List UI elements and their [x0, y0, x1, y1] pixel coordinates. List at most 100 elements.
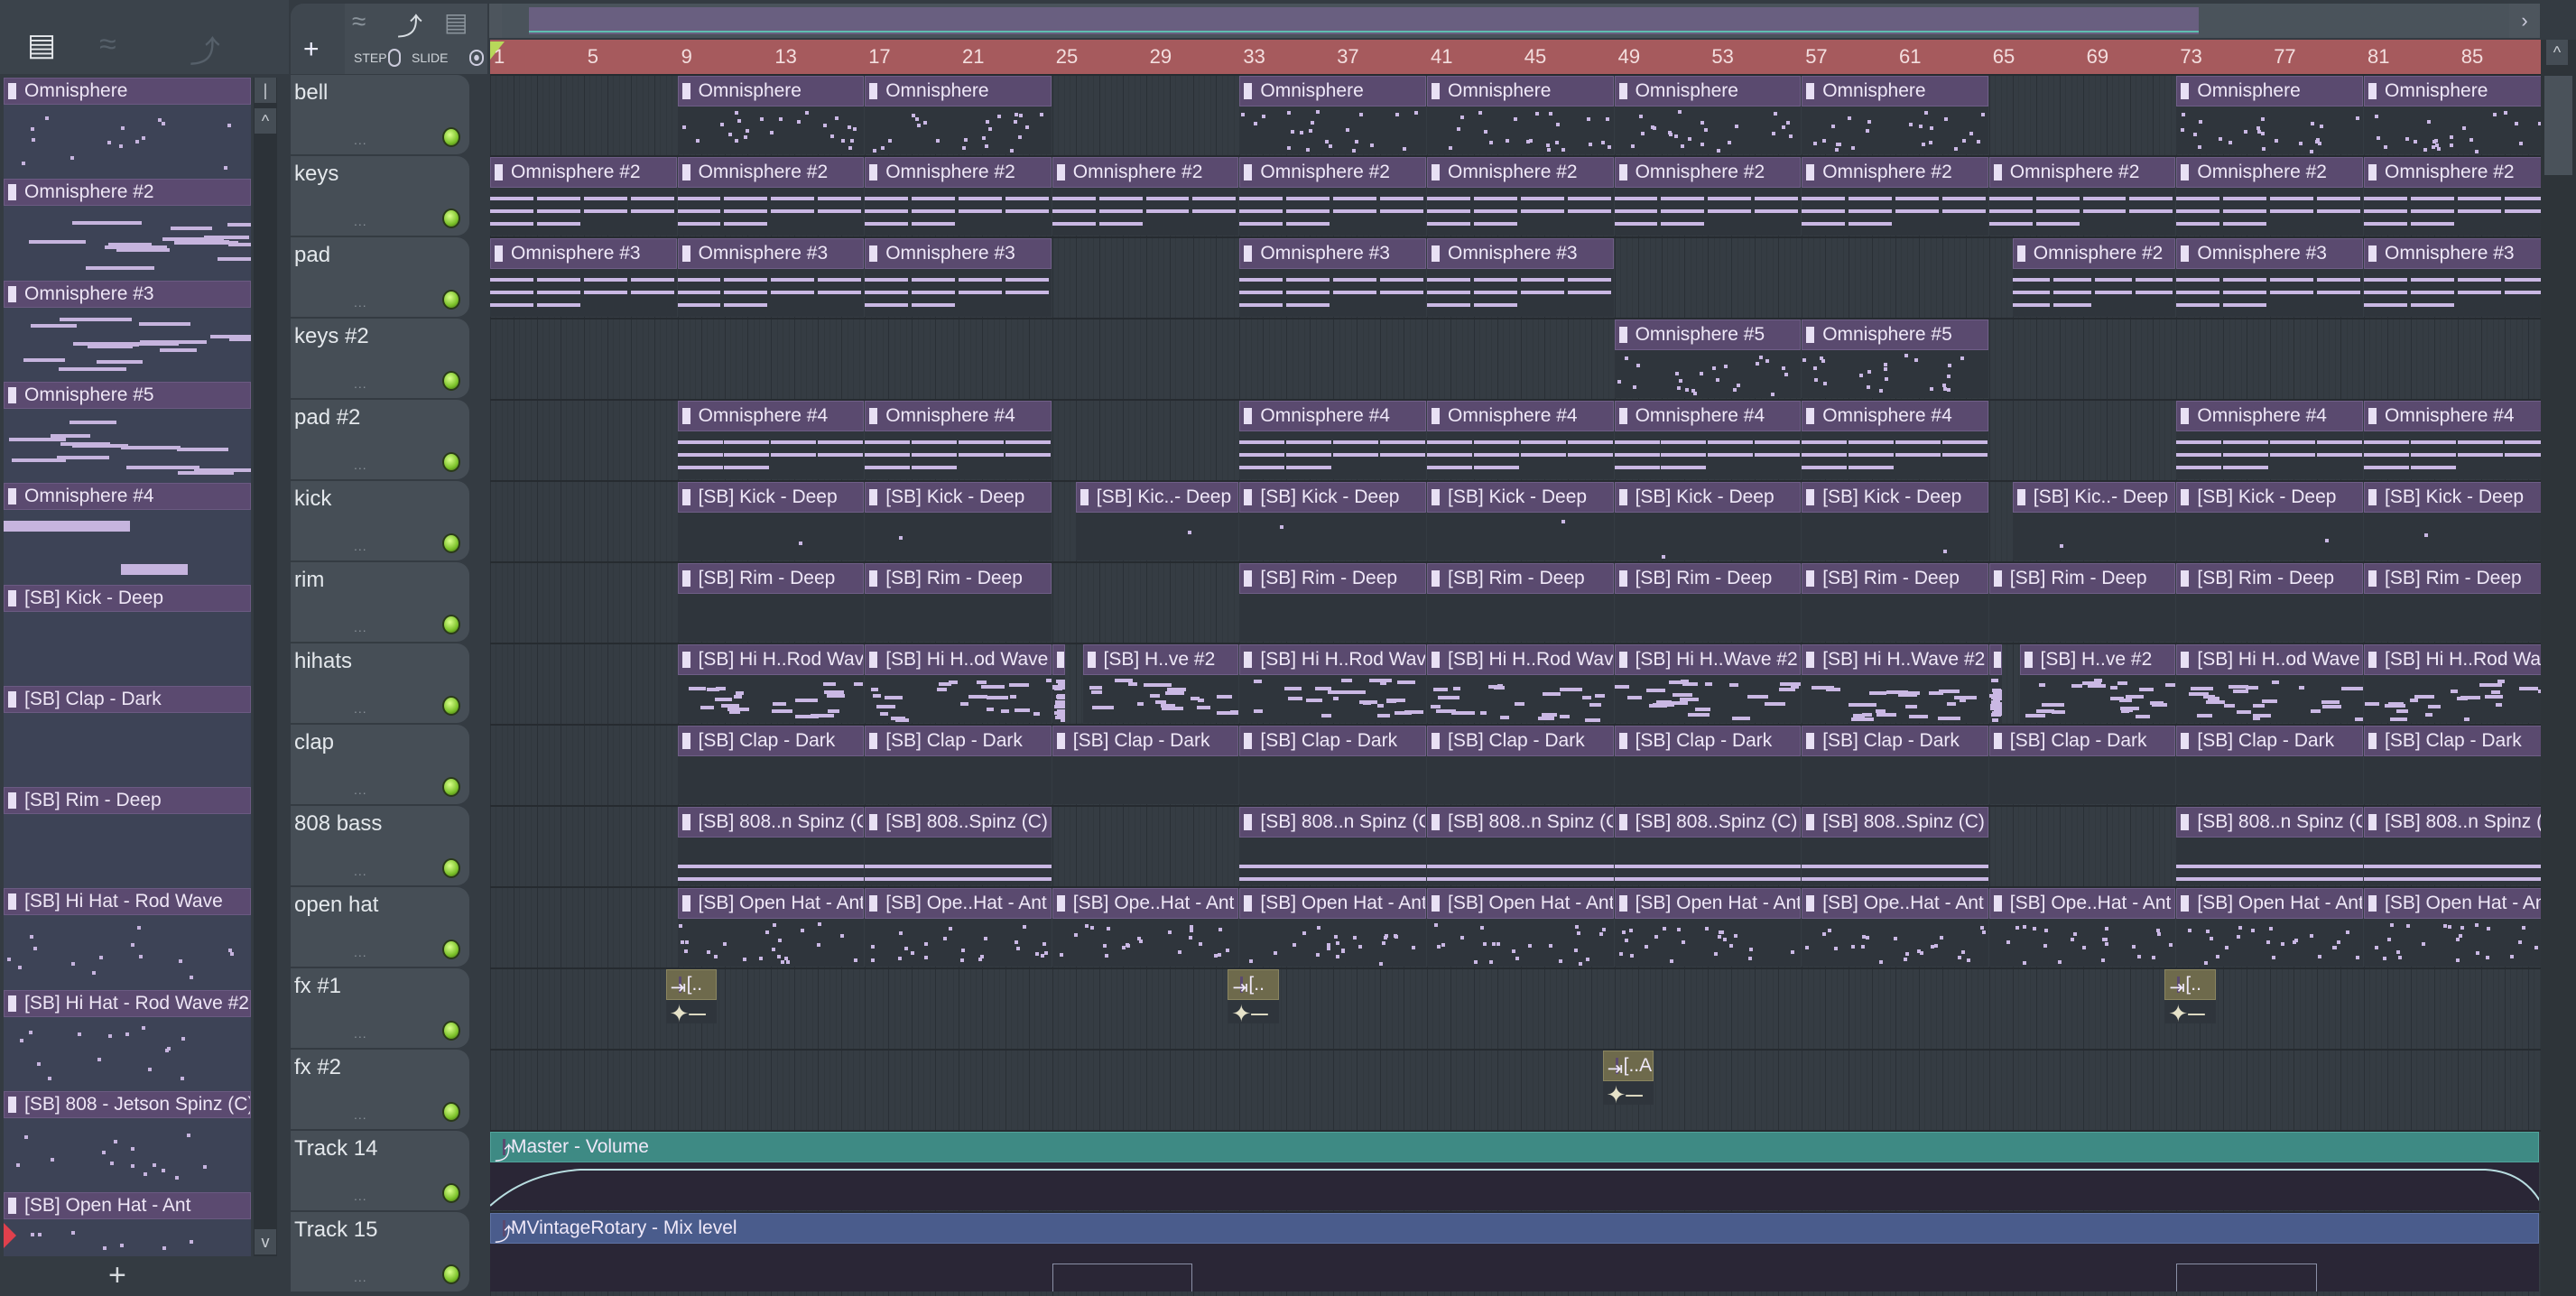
pattern-clip[interactable]: [SB] 808..Spinz (C) — [1614, 807, 1802, 885]
track-options-icon[interactable]: ... — [354, 458, 367, 472]
pattern-clip[interactable]: [SB] Clap - Dark — [1427, 726, 1614, 804]
pattern-item[interactable]: Omnisphere #4 — [4, 483, 251, 584]
pattern-clip[interactable]: [SB] Rim - Deep — [677, 563, 865, 642]
automation-icon[interactable]: ⤴ — [190, 27, 220, 71]
pattern-clip[interactable]: [SB] Kick - Deep — [2364, 482, 2541, 560]
track-options-icon[interactable]: ... — [354, 539, 367, 553]
pattern-clip[interactable]: [SB] Hi H..Wave #2 — [1614, 644, 1802, 723]
track-name[interactable]: Track 15 — [294, 1217, 377, 1243]
pattern-header[interactable]: [SB] Hi Hat - Rod Wave — [4, 888, 251, 916]
pattern-clip[interactable]: [SB] Hi H..Rod Wave — [1427, 644, 1614, 723]
track-options-icon[interactable]: ... — [354, 214, 367, 228]
pattern-clip[interactable]: Omnisphere #3 — [677, 238, 865, 317]
scroll-up-button[interactable]: ^ — [2546, 40, 2568, 65]
pattern-clip[interactable]: [SB] Hi H..Rod Wave — [1239, 644, 1426, 723]
pattern-clip[interactable]: Omnisphere #2 — [2176, 157, 2363, 236]
pattern-clip[interactable]: [SB] Open Hat - Ant — [1427, 888, 1614, 967]
track-name[interactable]: rim — [294, 568, 324, 593]
track-name[interactable]: bell — [294, 80, 328, 106]
track-name[interactable]: open hat — [294, 893, 378, 918]
automation-icon[interactable]: ⤴ — [397, 7, 422, 43]
pattern-clip[interactable]: Omnisphere #4 — [1614, 401, 1802, 479]
pattern-clip[interactable]: Omnisphere #4 — [677, 401, 865, 479]
pattern-clip[interactable]: [SB] Clap - Dark — [865, 726, 1052, 804]
pattern-header[interactable]: [SB] Rim - Deep — [4, 787, 251, 815]
pattern-clip[interactable]: [SB] 808..n Spinz (C) — [1239, 807, 1426, 885]
pattern-item[interactable]: [SB] Open Hat - Ant — [4, 1192, 251, 1256]
track-options-icon[interactable]: ... — [354, 133, 367, 147]
audio-clip[interactable]: ⇥ [.. ✦─ — [1228, 969, 1279, 1023]
track-options-icon[interactable]: ... — [354, 1026, 367, 1041]
pattern-clip[interactable]: Omnisphere #2 — [1614, 157, 1802, 236]
pattern-clip[interactable]: [SB] Hi H..Rod Wave — [677, 644, 865, 723]
pattern-clip[interactable]: [SB] Kick - Deep — [1239, 482, 1426, 560]
pattern-clip[interactable]: Omnisphere #5 — [1802, 319, 1988, 398]
track-header[interactable]: fx #1... — [291, 968, 469, 1048]
pattern-header[interactable]: Omnisphere #3 — [4, 280, 251, 308]
track-mute-led[interactable] — [442, 1264, 460, 1284]
pattern-item[interactable]: [SB] Hi Hat - Rod Wave #2 — [4, 989, 251, 1091]
pattern-clip[interactable]: Omnisphere #2 — [1052, 157, 1239, 236]
pattern-clip[interactable]: Omnisphere — [2176, 76, 2363, 154]
pattern-clip[interactable]: Omnisphere — [1614, 76, 1802, 154]
pattern-clip[interactable]: [SB] Rim - Deep — [1427, 563, 1614, 642]
track-header[interactable]: pad... — [291, 237, 469, 317]
scroll-down-button[interactable]: v — [255, 1229, 276, 1254]
pattern-clip[interactable]: Omnisphere #3 — [1427, 238, 1614, 317]
track-options-icon[interactable]: ... — [354, 376, 367, 391]
track-mute-led[interactable] — [442, 1102, 460, 1122]
track-name[interactable]: keys — [294, 162, 338, 187]
audio-wave-icon[interactable]: ≈ — [352, 7, 366, 36]
pattern-clip[interactable]: [SB] Open Hat - Ant — [2364, 888, 2541, 967]
pattern-clip[interactable]: Omnisphere #4 — [1802, 401, 1988, 479]
track-header[interactable]: hihats... — [291, 643, 469, 723]
pattern-clip[interactable]: Omnisphere — [2364, 76, 2541, 154]
pattern-clip[interactable]: [SB] Hi H..Rod Wave — [2364, 644, 2541, 723]
pattern-header[interactable]: [SB] Clap - Dark — [4, 685, 251, 713]
pattern-clip[interactable]: [SB] 808..n Spinz (C) — [1427, 807, 1614, 885]
pattern-clip[interactable]: [SB] 808..Spinz (C) — [865, 807, 1052, 885]
pattern-clip[interactable]: [SB] 808..n Spinz (C) — [2364, 807, 2541, 885]
track-options-icon[interactable]: ... — [354, 1189, 367, 1203]
track-header[interactable]: fx #2... — [291, 1050, 469, 1129]
pattern-clip[interactable]: [SB] Kick - Deep — [1427, 482, 1614, 560]
track-mute-led[interactable] — [442, 615, 460, 634]
track-name[interactable]: fx #2 — [294, 1055, 341, 1080]
audio-wave-icon[interactable]: ≈ — [99, 27, 116, 62]
audio-clip[interactable]: ⇥ [.. ✦─ — [2164, 969, 2216, 1023]
track-header[interactable]: clap... — [291, 725, 469, 804]
pattern-clip[interactable]: [SB] Clap - Dark — [2176, 726, 2363, 804]
track-options-icon[interactable]: ... — [354, 864, 367, 878]
track-name[interactable]: pad — [294, 243, 330, 268]
step-toggle[interactable] — [388, 49, 401, 67]
pattern-clip[interactable]: Omnisphere #3 — [2364, 238, 2541, 317]
add-track-button[interactable]: + — [303, 34, 320, 65]
automation-curve[interactable] — [490, 1164, 2539, 1209]
track-mute-led[interactable] — [442, 127, 460, 147]
pattern-clip[interactable]: Omnisphere #3 — [1239, 238, 1426, 317]
track-header[interactable]: Track 15... — [291, 1212, 469, 1291]
track-header[interactable]: bell... — [291, 75, 469, 154]
track-mute-led[interactable] — [442, 858, 460, 878]
track-header[interactable]: keys... — [291, 156, 469, 236]
track-header[interactable]: keys #2... — [291, 319, 469, 398]
pattern-clip[interactable]: [SB] Hi H..od Wave — [2176, 644, 2363, 723]
pattern-clip[interactable]: Omnisphere #5 — [1614, 319, 1802, 398]
picker-scrollbar[interactable]: | ^ v — [254, 78, 277, 1256]
track-options-icon[interactable]: ... — [354, 620, 367, 634]
track-options-icon[interactable]: ... — [354, 782, 367, 797]
automation-clip[interactable]: ⤴ Master - Volume — [490, 1132, 2539, 1210]
pattern-clip[interactable]: [SB] Open Hat - Ant — [1239, 888, 1426, 967]
pattern-clip[interactable]: [SB] Rim - Deep — [1802, 563, 1988, 642]
track-mute-led[interactable] — [442, 1183, 460, 1203]
scroll-right-button[interactable]: › — [2509, 4, 2540, 38]
pattern-clip[interactable]: [SB] Rim - Deep — [1988, 563, 2176, 642]
pattern-clip[interactable]: [SB] Clap - Dark — [1802, 726, 1988, 804]
pattern-clip[interactable]: Omnisphere #3 — [490, 238, 677, 317]
pattern-clip[interactable]: [SB] Hi H..Wave #2 — [1802, 644, 1988, 723]
pattern-clip[interactable]: Omnisphere — [865, 76, 1052, 154]
track-mute-led[interactable] — [442, 371, 460, 391]
pattern-clip[interactable]: [SB] Kick - Deep — [865, 482, 1052, 560]
pattern-clip[interactable]: [SB] Rim - Deep — [865, 563, 1052, 642]
pattern-header[interactable]: Omnisphere #4 — [4, 483, 251, 511]
